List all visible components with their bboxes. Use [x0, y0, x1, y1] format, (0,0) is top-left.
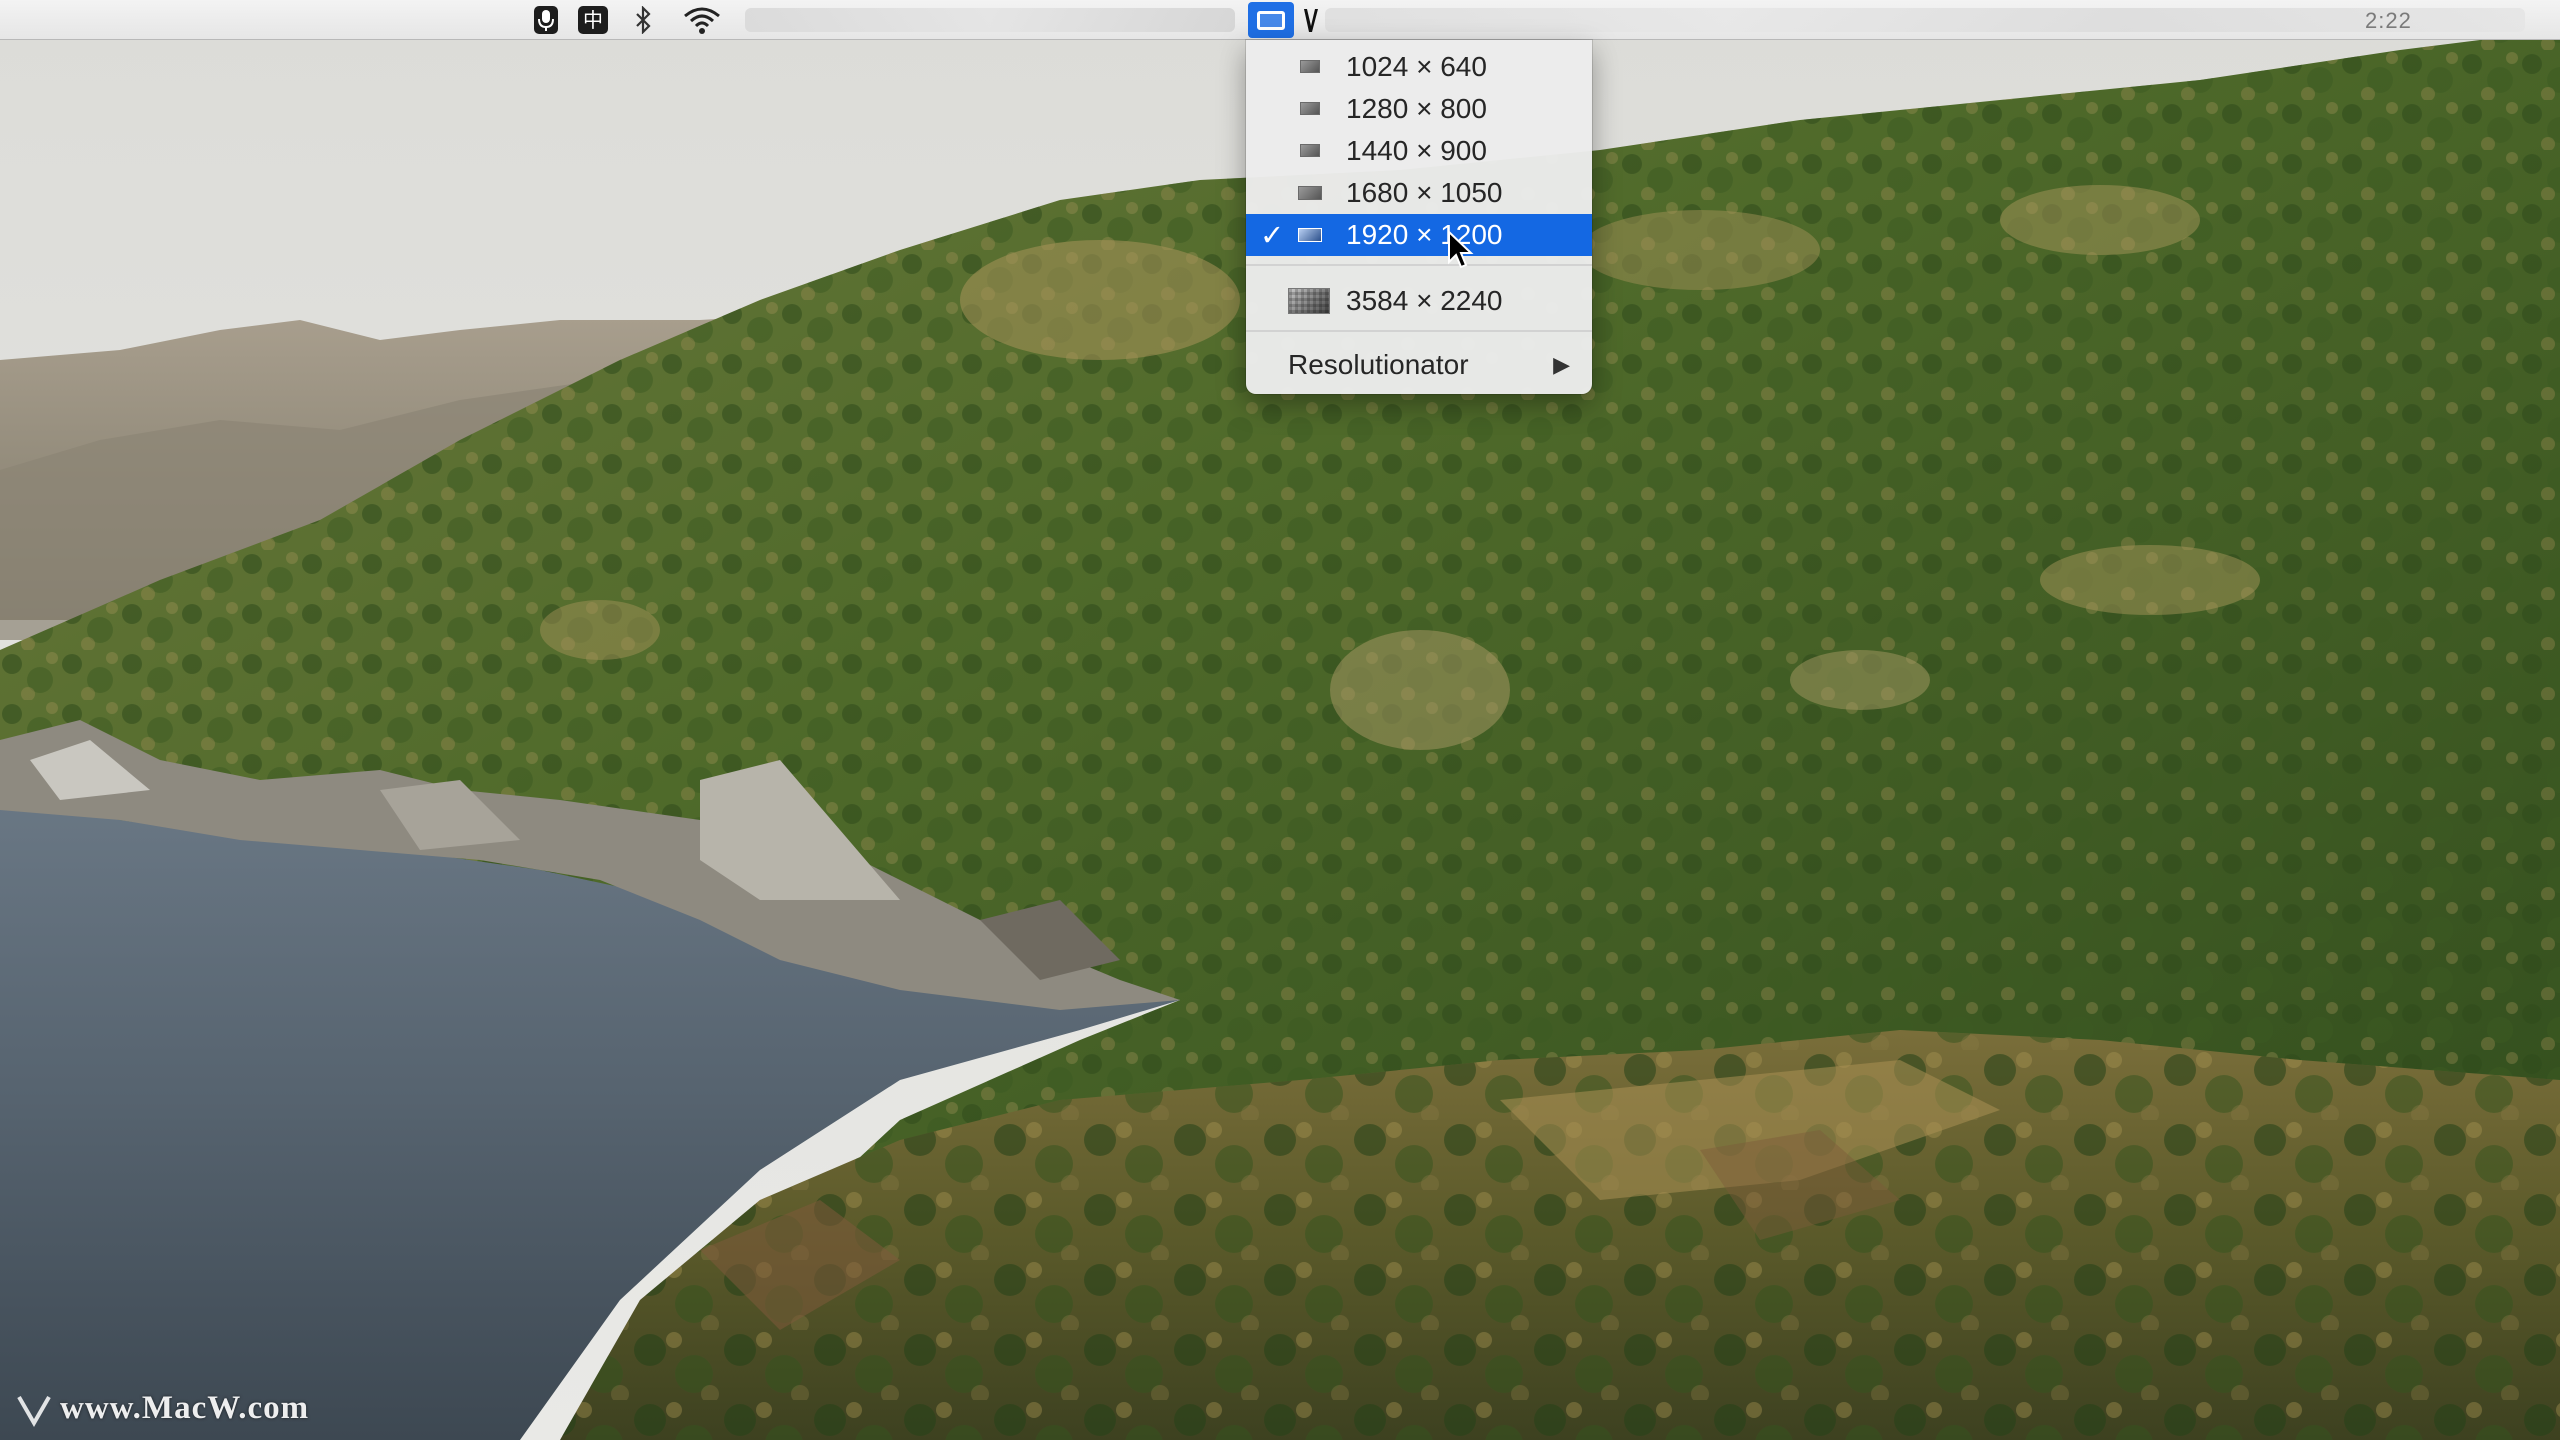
microphone-icon[interactable] — [530, 4, 562, 36]
menu-bar: 中 2:22 — [0, 0, 2560, 40]
wifi-icon[interactable] — [680, 4, 724, 36]
menu-item-resolution-1024[interactable]: 1024 × 640 — [1246, 46, 1592, 88]
menu-item-resolutionator[interactable]: Resolutionator ▶ — [1246, 344, 1592, 386]
submenu-arrow-icon: ▶ — [1553, 352, 1570, 377]
display-thumbnail-icon — [1300, 60, 1320, 73]
menu-item-label: 1680 × 1050 — [1346, 177, 1503, 208]
bluetooth-icon[interactable] — [628, 4, 658, 36]
blurred-status-icons — [745, 8, 1235, 32]
menu-item-label: 1280 × 800 — [1346, 93, 1487, 124]
menu-item-label: 1024 × 640 — [1346, 51, 1487, 82]
desktop: 中 2:22 1024 × 640 1280 × 800 1440 × 900 … — [0, 0, 2560, 1440]
menu-item-label: 3584 × 2240 — [1346, 285, 1503, 316]
menu-item-resolution-1280[interactable]: 1280 × 800 — [1246, 88, 1592, 130]
retina-display-icon — [1288, 288, 1330, 314]
menubar-clock[interactable]: 2:22 — [2365, 8, 2412, 34]
display-thumbnail-icon — [1300, 102, 1320, 115]
display-thumbnail-icon — [1298, 228, 1322, 242]
menu-item-label: 1920 × 1200 — [1346, 219, 1503, 250]
display-thumbnail-icon — [1298, 186, 1322, 200]
display-thumbnail-icon — [1300, 144, 1320, 157]
menu-item-resolution-3584[interactable]: 3584 × 2240 — [1246, 280, 1592, 322]
menu-separator — [1246, 264, 1592, 266]
chinese-input-icon[interactable]: 中 — [576, 4, 610, 36]
watermark-logo-icon — [17, 1396, 51, 1427]
menu-item-resolution-1680[interactable]: 1680 × 1050 — [1246, 172, 1592, 214]
mouse-pointer-icon — [1448, 230, 1474, 269]
menu-item-label: 1440 × 900 — [1346, 135, 1487, 166]
blurred-status-area — [1325, 8, 2525, 32]
checkmark-icon: ✓ — [1260, 218, 1285, 252]
display-resolution-icon[interactable] — [1248, 2, 1294, 38]
input-method-label: 中 — [578, 6, 608, 34]
menu-item-label: Resolutionator — [1288, 349, 1469, 380]
watermark-text: www.MacW.com — [60, 1390, 310, 1426]
menu-item-resolution-1920[interactable]: ✓ 1920 × 1200 — [1246, 214, 1592, 256]
menu-item-resolution-1440[interactable]: 1440 × 900 — [1246, 130, 1592, 172]
menu-separator — [1246, 330, 1592, 332]
app-status-icon[interactable] — [1302, 4, 1320, 36]
resolution-dropdown-menu: 1024 × 640 1280 × 800 1440 × 900 1680 × … — [1246, 40, 1592, 394]
